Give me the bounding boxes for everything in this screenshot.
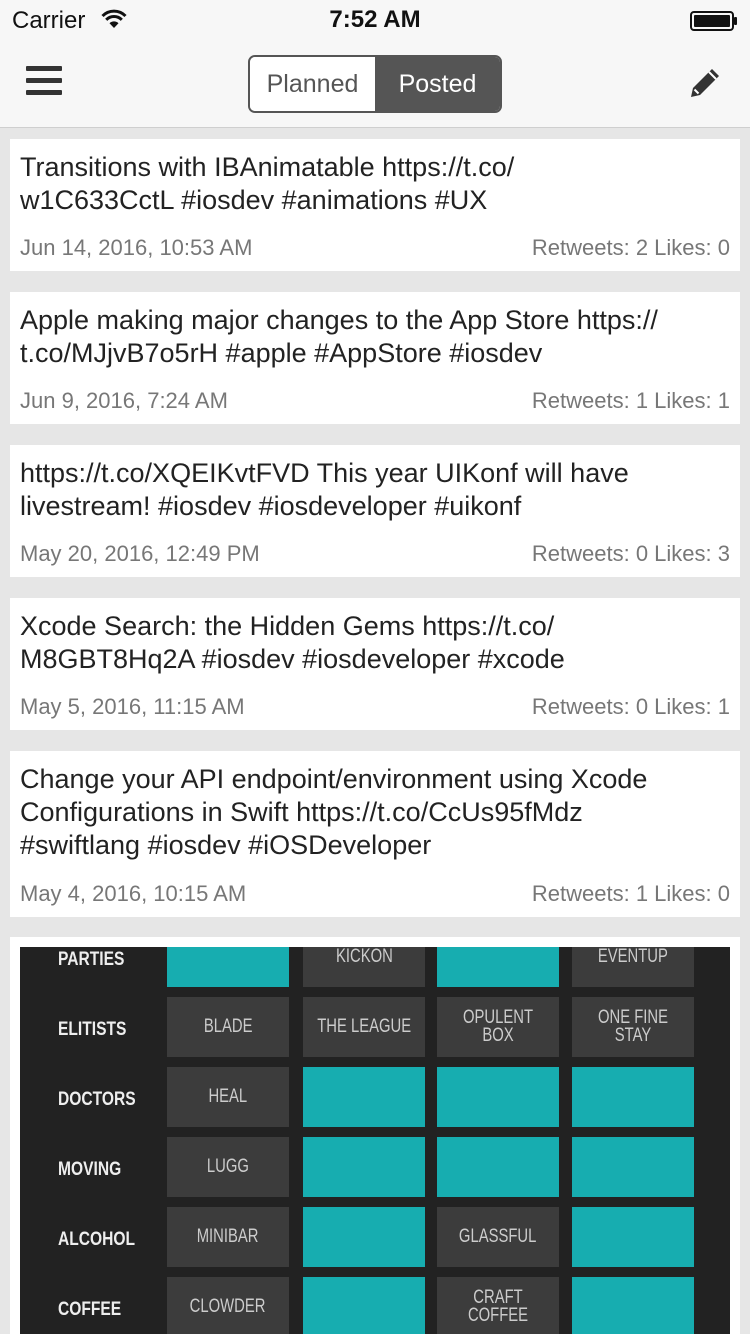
post-stats: Retweets: 2 Likes: 0 xyxy=(531,235,730,260)
post-card[interactable]: Transitions with IBAnimatable https://t.… xyxy=(10,139,740,271)
post-meta: May 5, 2016, 11:15 AM Retweets: 0 Likes:… xyxy=(20,694,730,720)
grid-cell xyxy=(167,947,289,987)
post-meta: May 20, 2016, 12:49 PM Retweets: 0 Likes… xyxy=(20,541,730,567)
row-label: ELITISTS xyxy=(58,1019,127,1040)
segment-posted[interactable]: Posted xyxy=(375,57,500,111)
grid-cell xyxy=(303,1207,425,1267)
grid-cell: GLASSFUL xyxy=(437,1207,559,1267)
row-label: ALCOHOL xyxy=(58,1229,136,1250)
grid-cell: HEAL xyxy=(167,1067,289,1127)
post-date: Jun 14, 2016, 10:53 AM xyxy=(20,235,253,260)
grid-cell xyxy=(437,1067,559,1127)
grid-cell xyxy=(303,1067,425,1127)
post-text: https://t.co/XQEIKvtFVD This year UIKonf… xyxy=(20,458,629,521)
planned-posted-segmented-control: Planned Posted xyxy=(248,55,502,113)
grid-cell: EVENTUP xyxy=(572,947,694,987)
grid-row: ALCOHOL MINIBAR GLASSFUL xyxy=(20,1207,730,1273)
grid-cell xyxy=(572,1277,694,1334)
grid-cell: OPULENT BOX xyxy=(437,997,559,1057)
grid-cell xyxy=(303,1277,425,1334)
status-bar: Carrier 7:52 AM xyxy=(0,0,750,40)
grid-cell: KICKON xyxy=(303,947,425,987)
grid-row: PARTIES KICKON EVENTUP xyxy=(20,947,730,993)
grid-cell: LUGG xyxy=(167,1137,289,1197)
post-text: Xcode Search: the Hidden Gems https://t.… xyxy=(20,611,565,674)
grid-cell xyxy=(572,1137,694,1197)
navigation-bar: Planned Posted xyxy=(0,40,750,128)
post-date: May 20, 2016, 12:49 PM xyxy=(20,541,260,566)
row-label: COFFEE xyxy=(58,1299,122,1320)
post-stats: Retweets: 0 Likes: 3 xyxy=(531,541,730,566)
row-label: MOVING xyxy=(58,1159,122,1180)
pencil-icon[interactable] xyxy=(686,64,724,102)
grid-cell: THE LEAGUE xyxy=(303,997,425,1057)
post-meta: Jun 9, 2016, 7:24 AM Retweets: 1 Likes: … xyxy=(20,388,730,414)
grid-cell xyxy=(572,1067,694,1127)
row-label: PARTIES xyxy=(58,949,125,970)
post-image: PARTIES KICKON EVENTUP ELITISTS BLADE TH… xyxy=(20,947,730,1334)
status-time: 7:52 AM xyxy=(329,6,421,33)
grid-cell: MINIBAR xyxy=(167,1207,289,1267)
post-meta: Jun 14, 2016, 10:53 AM Retweets: 2 Likes… xyxy=(20,235,730,261)
post-text: Transitions with IBAnimatable https://t.… xyxy=(20,152,515,215)
post-card[interactable]: Change your API endpoint/environment usi… xyxy=(10,751,740,917)
row-label: DOCTORS xyxy=(58,1089,136,1110)
battery-icon xyxy=(690,11,737,31)
post-text: Apple making major changes to the App St… xyxy=(20,305,658,368)
post-meta: May 4, 2016, 10:15 AM Retweets: 1 Likes:… xyxy=(20,881,730,907)
grid-cell xyxy=(437,1137,559,1197)
grid-cell xyxy=(303,1137,425,1197)
grid-cell: CLOWDER xyxy=(167,1277,289,1334)
posted-feed: Transitions with IBAnimatable https://t.… xyxy=(0,129,750,1334)
hamburger-menu-icon[interactable] xyxy=(26,66,62,96)
grid-row: MOVING LUGG xyxy=(20,1137,730,1203)
post-stats: Retweets: 1 Likes: 1 xyxy=(531,388,730,413)
grid-cell: BLADE xyxy=(167,997,289,1057)
post-card[interactable]: https://t.co/XQEIKvtFVD This year UIKonf… xyxy=(10,445,740,577)
post-card[interactable]: Apple making major changes to the App St… xyxy=(10,292,740,424)
post-date: Jun 9, 2016, 7:24 AM xyxy=(20,388,228,413)
post-date: May 4, 2016, 10:15 AM xyxy=(20,881,247,906)
post-image-card[interactable]: PARTIES KICKON EVENTUP ELITISTS BLADE TH… xyxy=(10,937,740,1334)
post-text: Change your API endpoint/environment usi… xyxy=(20,764,648,860)
post-date: May 5, 2016, 11:15 AM xyxy=(20,694,245,719)
post-stats: Retweets: 1 Likes: 0 xyxy=(531,881,730,906)
grid-cell: CRAFT COFFEE xyxy=(437,1277,559,1334)
segment-planned[interactable]: Planned xyxy=(250,57,375,111)
grid-row: DOCTORS HEAL xyxy=(20,1067,730,1133)
grid-cell xyxy=(437,947,559,987)
post-stats: Retweets: 0 Likes: 1 xyxy=(531,694,730,719)
grid-row: ELITISTS BLADE THE LEAGUE OPULENT BOX ON… xyxy=(20,997,730,1063)
post-card[interactable]: Xcode Search: the Hidden Gems https://t.… xyxy=(10,598,740,730)
grid-cell xyxy=(572,1207,694,1267)
grid-row: COFFEE CLOWDER CRAFT COFFEE xyxy=(20,1277,730,1334)
grid-cell: ONE FINE STAY xyxy=(572,997,694,1057)
